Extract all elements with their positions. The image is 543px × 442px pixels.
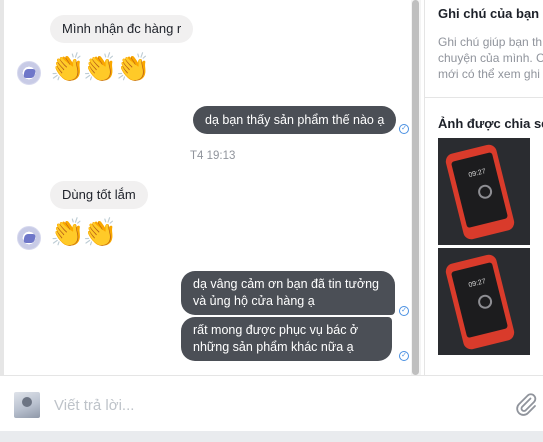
notes-description-line: chuyện của mình. C <box>438 51 543 65</box>
paperclip-icon[interactable] <box>514 392 538 416</box>
phone-case-image: 09:27 <box>444 143 516 241</box>
notes-title: Ghi chú của bạn <box>438 6 540 21</box>
section-divider <box>425 97 543 98</box>
shared-photos-title: Ảnh được chia sẻ <box>438 116 543 131</box>
incoming-message[interactable]: Mình nhận đc hàng r <box>50 15 194 43</box>
conversation-panel: Mình nhận đc hàng r 👏👏👏 dạ bạn thấy sản … <box>0 0 424 375</box>
clapping-hands-emoji: 👏👏👏 <box>50 52 151 83</box>
incoming-message[interactable]: Dùng tốt lắm <box>50 181 148 209</box>
reply-input[interactable] <box>52 389 496 421</box>
shared-photo-thumbnail[interactable]: 09:27 <box>438 138 530 245</box>
clapping-hands-emoji: 👏👏 <box>50 217 118 248</box>
seen-check-icon: ✓ <box>399 351 409 361</box>
contact-avatar[interactable] <box>17 226 41 250</box>
phone-screen-time: 09:27 <box>467 278 487 290</box>
seen-check-icon: ✓ <box>399 306 409 316</box>
window-bottom-bar <box>0 431 543 442</box>
outgoing-message[interactable]: dạ bạn thấy sản phẩm thế nào ạ <box>193 106 397 134</box>
reply-composer <box>0 375 543 432</box>
message-timestamp: T4 19:13 <box>190 150 236 162</box>
shared-photo-thumbnail[interactable]: 09:27 <box>438 248 530 355</box>
notes-description-line: Ghi chú giúp bạn th <box>438 35 543 49</box>
user-avatar <box>14 392 40 418</box>
left-divider <box>0 0 4 375</box>
conversation-info-panel: Ghi chú của bạn Ghi chú giúp bạn th chuy… <box>424 0 543 375</box>
notes-description[interactable]: Ghi chú giúp bạn th chuyện của mình. C m… <box>438 34 543 82</box>
outgoing-message[interactable]: rất mong được phục vụ bác ở những sản ph… <box>181 317 392 361</box>
phone-case-image: 09:27 <box>444 253 516 351</box>
outgoing-message[interactable]: dạ vâng cảm ơn bạn đã tin tưởng và ủng h… <box>181 271 395 315</box>
seen-check-icon: ✓ <box>399 124 409 134</box>
notes-description-line: mới có thể xem ghi <box>438 67 540 81</box>
phone-screen-time: 09:27 <box>467 168 487 180</box>
contact-avatar[interactable] <box>17 61 41 85</box>
scrollbar-thumb[interactable] <box>412 0 419 375</box>
